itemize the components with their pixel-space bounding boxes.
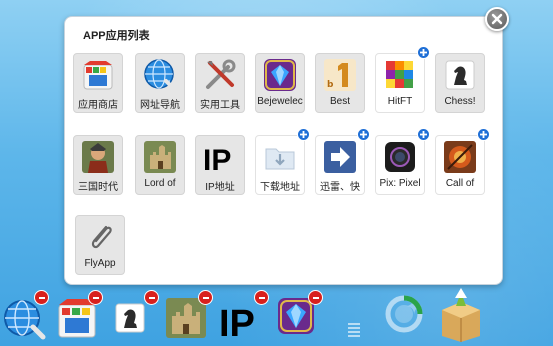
- plus-icon: [480, 131, 487, 138]
- hitft-grid-icon: [386, 61, 413, 88]
- plus-icon: [420, 49, 427, 56]
- app-tile-three-kingdoms[interactable]: 三国时代: [73, 135, 123, 197]
- app-tile-lord-of[interactable]: Lord of: [135, 135, 185, 197]
- paperclip-icon: [91, 225, 112, 249]
- refresh-icon[interactable]: [382, 292, 426, 336]
- panel-title: APP应用列表: [83, 30, 150, 42]
- minus-icon: [92, 296, 99, 299]
- app-tile-flyapp[interactable]: FlyApp: [75, 215, 125, 277]
- lord-of-castle-icon: [144, 141, 176, 173]
- remove-badge[interactable]: [144, 290, 159, 305]
- bejeweled-gem-icon: [264, 59, 296, 91]
- app-label: Best: [329, 96, 350, 107]
- app-store-icon: [83, 61, 113, 90]
- svg-text:b: b: [327, 80, 334, 90]
- add-badge[interactable]: [417, 128, 430, 141]
- app-label: Pix: Pixel: [379, 178, 421, 189]
- app-tile-best[interactable]: b Best: [315, 53, 365, 115]
- app-label: 应用商店: [78, 100, 118, 111]
- web-nav-globe-icon: [144, 59, 177, 92]
- thunder-arrow-icon: [324, 141, 356, 173]
- app-list-panel: APP应用列表 应用商店 网址导航 实用工具 Bejewelec b Best …: [64, 7, 509, 285]
- add-badge[interactable]: [417, 46, 430, 59]
- chess-knight-icon: [115, 303, 145, 333]
- svg-text:IP: IP: [203, 144, 231, 175]
- app-label: 网址导航: [140, 100, 180, 111]
- download-folder-icon: [265, 148, 295, 170]
- app-tile-chess[interactable]: Chess!: [435, 53, 485, 115]
- ip-address-icon: IP: [203, 144, 231, 175]
- add-badge[interactable]: [297, 128, 310, 141]
- pix-camera-icon: [385, 142, 415, 172]
- plus-icon: [420, 131, 427, 138]
- app-tile-app-store[interactable]: 应用商店: [73, 53, 123, 115]
- app-grid: 应用商店 网址导航 实用工具 Bejewelec b Best HitFT Ch…: [71, 46, 497, 278]
- app-tile-tools[interactable]: 实用工具: [195, 53, 245, 115]
- app-label: IP地址: [205, 182, 235, 193]
- chess-knight-icon: [445, 60, 475, 90]
- app-tile-ip-address[interactable]: IP IP地址: [195, 135, 245, 197]
- minus-icon: [202, 296, 209, 299]
- app-tile-pix[interactable]: Pix: Pixel: [375, 128, 430, 197]
- close-button[interactable]: [485, 7, 509, 31]
- app-label: 实用工具: [200, 100, 240, 111]
- app-label: Chess!: [444, 96, 476, 107]
- app-box-icon[interactable]: [434, 284, 488, 344]
- app-tile-call-of[interactable]: Call of: [435, 128, 490, 197]
- app-label: 三国时代: [78, 182, 118, 193]
- app-label: 下载地址: [260, 182, 300, 193]
- minus-icon: [148, 296, 155, 299]
- minus-icon: [38, 296, 45, 299]
- tools-icon: [206, 59, 236, 89]
- plus-icon: [360, 131, 367, 138]
- remove-badge[interactable]: [254, 290, 269, 305]
- three-kingdoms-icon: [82, 141, 114, 173]
- app-tile-hitft[interactable]: HitFT: [375, 46, 430, 115]
- close-icon: [491, 13, 503, 25]
- dock-item-chess[interactable]: [114, 300, 146, 336]
- svg-text:IP: IP: [219, 303, 255, 340]
- app-label: 迅雷、快: [320, 182, 360, 193]
- minus-icon: [258, 296, 265, 299]
- best-game-icon: b: [324, 59, 356, 91]
- call-of-game-icon: [444, 141, 476, 173]
- add-badge[interactable]: [477, 128, 490, 141]
- minus-icon: [312, 296, 319, 299]
- remove-badge[interactable]: [34, 290, 49, 305]
- app-label: HitFT: [387, 96, 413, 107]
- app-label: Call of: [445, 178, 475, 189]
- app-tile-web-nav[interactable]: 网址导航: [135, 53, 185, 115]
- add-badge[interactable]: [357, 128, 370, 141]
- app-label: FlyApp: [84, 258, 116, 269]
- app-tile-bejeweled[interactable]: Bejewelec: [255, 53, 305, 115]
- remove-badge[interactable]: [198, 290, 213, 305]
- plus-icon: [300, 131, 307, 138]
- app-tile-download[interactable]: 下载地址: [255, 128, 310, 197]
- app-label: Bejewelec: [257, 96, 303, 107]
- dock-scroll-handle[interactable]: [347, 320, 361, 340]
- remove-badge[interactable]: [308, 290, 323, 305]
- app-tile-thunder[interactable]: 迅雷、快: [315, 128, 370, 197]
- app-label: Lord of: [144, 178, 176, 189]
- remove-badge[interactable]: [88, 290, 103, 305]
